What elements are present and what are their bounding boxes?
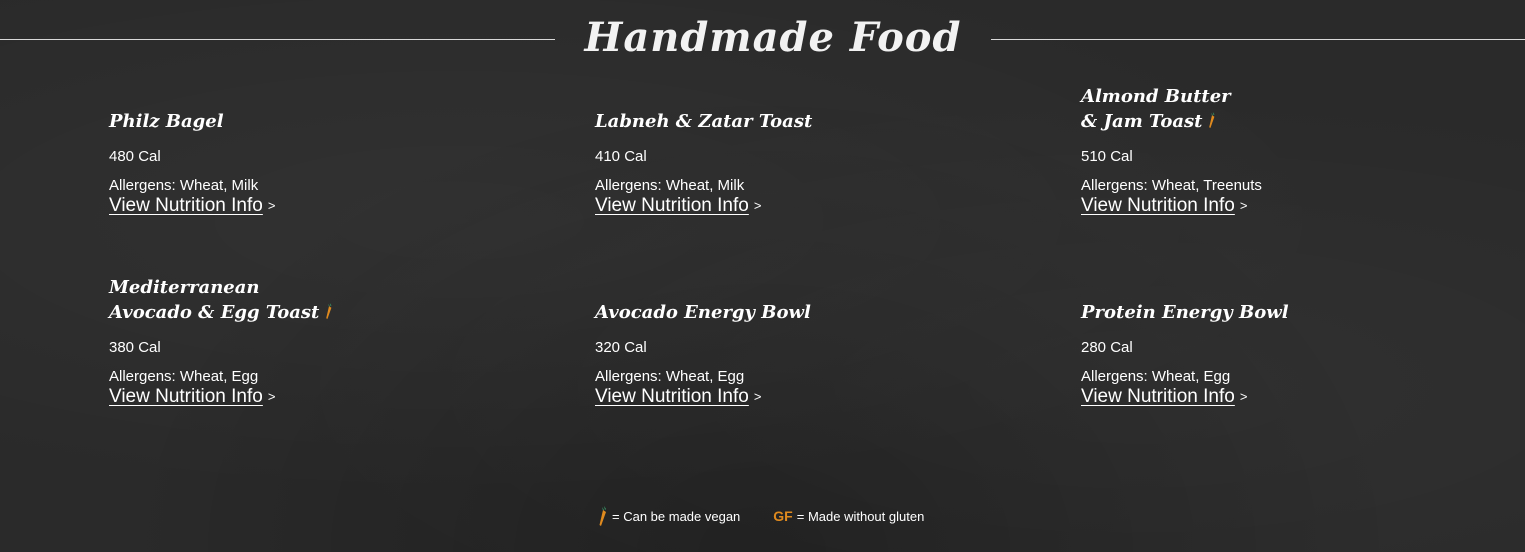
item-allergens: Allergens: Wheat, Milk xyxy=(109,177,259,194)
view-nutrition-link[interactable]: View Nutrition Info > xyxy=(1081,195,1247,217)
view-nutrition-link[interactable]: View Nutrition Info > xyxy=(595,386,761,408)
view-nutrition-label[interactable]: View Nutrition Info xyxy=(109,386,263,408)
chevron-right-icon: > xyxy=(1239,389,1248,404)
item-name-line1: Avocado Energy Bowl xyxy=(595,302,811,323)
menu-item: Labneh & Zatar Toast 410 Cal Allergens: Wh… xyxy=(595,86,995,217)
section-title: Handmade Food xyxy=(584,14,962,61)
item-name-box: Avocado Energy Bowl xyxy=(595,277,995,325)
legend-vegan: = Can be made vegan xyxy=(598,505,740,527)
item-name-line1: Protein Energy Bowl xyxy=(1081,302,1289,323)
legend-gf-text: = Made without gluten xyxy=(796,508,925,524)
item-name-box: Mediterranean Avocado & Egg Toast xyxy=(109,277,509,325)
item-name-line1: Almond Butter xyxy=(1081,86,1231,107)
chevron-right-icon: > xyxy=(267,389,276,404)
legend-gluten-free: GF = Made without gluten xyxy=(773,508,924,524)
item-name-line2: Avocado & Egg Toast xyxy=(109,302,320,323)
gf-badge: GF xyxy=(773,508,793,524)
item-name: Labneh & Zatar Toast xyxy=(595,109,812,134)
item-name-box: Almond Butter & Jam Toast xyxy=(1081,86,1481,134)
item-name-line2: & Jam Toast xyxy=(1081,111,1203,132)
item-calories: 510 Cal xyxy=(1081,148,1133,165)
carrot-icon xyxy=(325,302,333,320)
item-allergens: Allergens: Wheat, Egg xyxy=(1081,368,1231,385)
item-name-box: Labneh & Zatar Toast xyxy=(595,86,995,134)
header-rule-left xyxy=(0,39,555,40)
view-nutrition-link[interactable]: View Nutrition Info > xyxy=(595,195,761,217)
menu-page: Handmade Food Philz Bagel 480 Cal Allergen… xyxy=(0,0,1525,552)
item-allergens: Allergens: Wheat, Egg xyxy=(109,368,259,385)
legend-vegan-text: = Can be made vegan xyxy=(612,508,741,524)
item-name-line1: Philz Bagel xyxy=(109,111,224,132)
view-nutrition-label[interactable]: View Nutrition Info xyxy=(595,386,749,408)
item-name: Protein Energy Bowl xyxy=(1081,300,1289,325)
header-rule-right xyxy=(991,39,1525,40)
item-calories: 410 Cal xyxy=(595,148,647,165)
menu-item: Avocado Energy Bowl 320 Cal Allergens: Whe… xyxy=(595,277,995,408)
legend: = Can be made vegan GF = Made without gl… xyxy=(598,505,924,527)
view-nutrition-label[interactable]: View Nutrition Info xyxy=(1081,195,1235,217)
chevron-right-icon: > xyxy=(753,198,762,213)
item-allergens: Allergens: Wheat, Treenuts xyxy=(1081,177,1262,194)
view-nutrition-label[interactable]: View Nutrition Info xyxy=(1081,386,1235,408)
item-name-box: Protein Energy Bowl xyxy=(1081,277,1481,325)
item-allergens: Allergens: Wheat, Milk xyxy=(595,177,745,194)
item-allergens: Allergens: Wheat, Egg xyxy=(595,368,745,385)
view-nutrition-link[interactable]: View Nutrition Info > xyxy=(109,386,275,408)
item-calories: 380 Cal xyxy=(109,339,161,356)
menu-item: Mediterranean Avocado & Egg Toast 380 Cal A… xyxy=(109,277,509,408)
carrot-icon xyxy=(1208,111,1216,129)
carrot-icon xyxy=(598,505,608,527)
item-name-line1: Labneh & Zatar Toast xyxy=(595,111,813,132)
view-nutrition-link[interactable]: View Nutrition Info > xyxy=(1081,386,1247,408)
item-calories: 320 Cal xyxy=(595,339,647,356)
item-calories: 480 Cal xyxy=(109,148,161,165)
chevron-right-icon: > xyxy=(753,389,762,404)
menu-item: Philz Bagel 480 Cal Allergens: Wheat, Milk… xyxy=(109,86,509,217)
item-name: Avocado Energy Bowl xyxy=(595,300,811,325)
item-name: Almond Butter & Jam Toast xyxy=(1081,84,1231,134)
item-name-line1: Mediterranean xyxy=(109,277,260,298)
item-name: Philz Bagel xyxy=(109,109,224,134)
view-nutrition-link[interactable]: View Nutrition Info > xyxy=(109,195,275,217)
item-name: Mediterranean Avocado & Egg Toast xyxy=(109,275,333,325)
menu-item: Protein Energy Bowl 280 Cal Allergens: Whe… xyxy=(1081,277,1481,408)
chevron-right-icon: > xyxy=(267,198,276,213)
menu-item: Almond Butter & Jam Toast 510 Cal Allergens… xyxy=(1081,86,1481,217)
item-name-box: Philz Bagel xyxy=(109,86,509,134)
item-calories: 280 Cal xyxy=(1081,339,1133,356)
chevron-right-icon: > xyxy=(1239,198,1248,213)
view-nutrition-label[interactable]: View Nutrition Info xyxy=(109,195,263,217)
view-nutrition-label[interactable]: View Nutrition Info xyxy=(595,195,749,217)
section-header: Handmade Food xyxy=(0,0,1525,80)
